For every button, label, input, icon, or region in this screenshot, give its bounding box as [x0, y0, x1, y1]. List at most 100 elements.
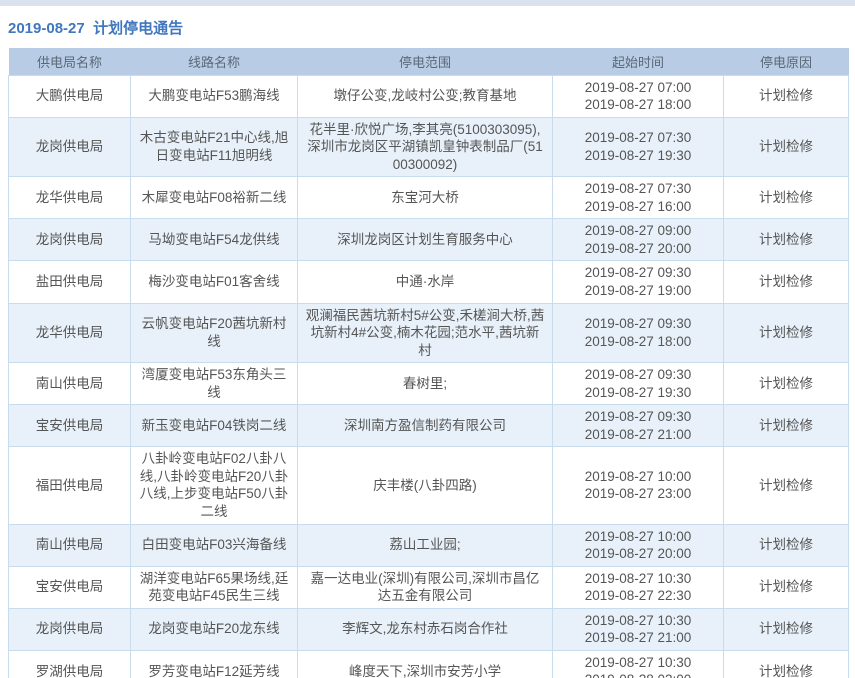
scope-cell: 深圳龙岗区计划生育服务中心: [298, 219, 553, 261]
table-row: 龙华供电局木犀变电站F08裕新二线东宝河大桥2019-08-27 07:3020…: [9, 177, 849, 219]
start-time: 2019-08-27 10:30: [559, 570, 717, 588]
table-row: 大鹏供电局大鹏变电站F53鹏海线墩仔公变,龙岐村公变;教育基地2019-08-2…: [9, 75, 849, 117]
column-header: 供电局名称: [9, 48, 131, 75]
scope-cell: 嘉一达电业(深圳)有限公司,深圳市昌亿达五金有限公司: [298, 566, 553, 608]
scope-cell: 花半里·欣悦广场,李其亮(5100303095),深圳市龙岗区平湖镇凯皇钟表制品…: [298, 117, 553, 177]
time-cell: 2019-08-27 10:302019-08-27 21:00: [553, 608, 724, 650]
table-row: 南山供电局湾厦变电站F53东角头三线春树里;2019-08-27 09:3020…: [9, 363, 849, 405]
line-cell: 马坳变电站F54龙供线: [131, 219, 298, 261]
reason-cell: 计划检修: [724, 75, 849, 117]
end-time: 2019-08-27 16:00: [559, 198, 717, 216]
start-time: 2019-08-27 09:30: [559, 408, 717, 426]
table-row: 盐田供电局梅沙变电站F01客舍线中通·水岸 2019-08-27 09:30201…: [9, 261, 849, 303]
end-time: 2019-08-27 19:30: [559, 147, 717, 165]
bureau-cell: 罗湖供电局: [9, 650, 131, 678]
start-time: 2019-08-27 07:00: [559, 79, 717, 97]
table-row: 福田供电局八卦岭变电站F02八卦八线,八卦岭变电站F20八卦八线,上步变电站F5…: [9, 447, 849, 524]
bureau-cell: 盐田供电局: [9, 261, 131, 303]
scope-cell: 春树里;: [298, 363, 553, 405]
start-time: 2019-08-27 09:30: [559, 315, 717, 333]
time-cell: 2019-08-27 10:002019-08-27 20:00: [553, 524, 724, 566]
end-time: 2019-08-27 21:00: [559, 629, 717, 647]
time-cell: 2019-08-27 10:002019-08-27 23:00: [553, 447, 724, 524]
line-cell: 云帆变电站F20茜坑新村线: [131, 303, 298, 363]
bureau-cell: 宝安供电局: [9, 566, 131, 608]
table-row: 宝安供电局新玉变电站F04铁岗二线深圳南方盈信制药有限公司2019-08-27 …: [9, 405, 849, 447]
reason-cell: 计划检修: [724, 177, 849, 219]
start-time: 2019-08-27 09:30: [559, 264, 717, 282]
time-cell: 2019-08-27 09:302019-08-27 21:00: [553, 405, 724, 447]
end-time: 2019-08-27 21:00: [559, 426, 717, 444]
line-cell: 罗芳变电站F12延芳线: [131, 650, 298, 678]
line-cell: 白田变电站F03兴海备线: [131, 524, 298, 566]
table-row: 龙岗供电局木古变电站F21中心线,旭日变电站F11旭明线花半里·欣悦广场,李其亮…: [9, 117, 849, 177]
reason-cell: 计划检修: [724, 405, 849, 447]
scope-cell: 深圳南方盈信制药有限公司: [298, 405, 553, 447]
time-cell: 2019-08-27 10:302019-08-27 22:30: [553, 566, 724, 608]
line-cell: 湾厦变电站F53东角头三线: [131, 363, 298, 405]
reason-cell: 计划检修: [724, 566, 849, 608]
end-time: 2019-08-27 22:30: [559, 587, 717, 605]
start-time: 2019-08-27 10:30: [559, 612, 717, 630]
column-header: 停电范围: [298, 48, 553, 75]
bureau-cell: 龙岗供电局: [9, 608, 131, 650]
line-cell: 木古变电站F21中心线,旭日变电站F11旭明线: [131, 117, 298, 177]
start-time: 2019-08-27 10:00: [559, 528, 717, 546]
bureau-cell: 南山供电局: [9, 524, 131, 566]
end-time: 2019-08-28 02:00: [559, 671, 717, 678]
table-row: 龙岗供电局龙岗变电站F20龙东线李辉文,龙东村赤石岗合作社2019-08-27 …: [9, 608, 849, 650]
outage-table: 供电局名称线路名称停电范围起始时间停电原因 大鹏供电局大鹏变电站F53鹏海线墩仔…: [8, 48, 849, 678]
start-time: 2019-08-27 09:00: [559, 222, 717, 240]
reason-cell: 计划检修: [724, 219, 849, 261]
scope-cell: 中通·水岸: [298, 261, 553, 303]
scope-cell: 东宝河大桥: [298, 177, 553, 219]
table-row: 龙华供电局云帆变电站F20茜坑新村线观澜福民茜坑新村5#公变,禾槎涧大桥,茜坑新…: [9, 303, 849, 363]
time-cell: 2019-08-27 07:302019-08-27 16:00: [553, 177, 724, 219]
end-time: 2019-08-27 20:00: [559, 545, 717, 563]
start-time: 2019-08-27 10:00: [559, 468, 717, 486]
scope-cell: 庆丰楼(八卦四路): [298, 447, 553, 524]
end-time: 2019-08-27 19:00: [559, 282, 717, 300]
scope-cell: 李辉文,龙东村赤石岗合作社: [298, 608, 553, 650]
time-cell: 2019-08-27 07:002019-08-27 18:00: [553, 75, 724, 117]
reason-cell: 计划检修: [724, 117, 849, 177]
end-time: 2019-08-27 23:00: [559, 485, 717, 503]
scope-cell: 墩仔公变,龙岐村公变;教育基地: [298, 75, 553, 117]
table-row: 宝安供电局湖洋变电站F65果场线,廷苑变电站F45民生三线嘉一达电业(深圳)有限…: [9, 566, 849, 608]
bureau-cell: 龙华供电局: [9, 303, 131, 363]
column-header: 停电原因: [724, 48, 849, 75]
bureau-cell: 大鹏供电局: [9, 75, 131, 117]
column-header: 起始时间: [553, 48, 724, 75]
bureau-cell: 福田供电局: [9, 447, 131, 524]
table-row: 南山供电局白田变电站F03兴海备线荔山工业园;2019-08-27 10:002…: [9, 524, 849, 566]
table-header: 供电局名称线路名称停电范围起始时间停电原因: [9, 48, 849, 75]
bureau-cell: 龙岗供电局: [9, 117, 131, 177]
bureau-cell: 龙岗供电局: [9, 219, 131, 261]
reason-cell: 计划检修: [724, 524, 849, 566]
bureau-cell: 龙华供电局: [9, 177, 131, 219]
start-time: 2019-08-27 07:30: [559, 129, 717, 147]
scope-cell: 荔山工业园;: [298, 524, 553, 566]
reason-cell: 计划检修: [724, 363, 849, 405]
scope-cell: 观澜福民茜坑新村5#公变,禾槎涧大桥,茜坑新村4#公变,楠木花园;范水平,茜坑新…: [298, 303, 553, 363]
reason-cell: 计划检修: [724, 303, 849, 363]
table-body: 大鹏供电局大鹏变电站F53鹏海线墩仔公变,龙岐村公变;教育基地2019-08-2…: [9, 75, 849, 678]
end-time: 2019-08-27 18:00: [559, 96, 717, 114]
reason-cell: 计划检修: [724, 650, 849, 678]
table-row: 龙岗供电局马坳变电站F54龙供线深圳龙岗区计划生育服务中心2019-08-27 …: [9, 219, 849, 261]
time-cell: 2019-08-27 09:302019-08-27 19:30: [553, 363, 724, 405]
header-row: 供电局名称线路名称停电范围起始时间停电原因: [9, 48, 849, 75]
line-cell: 八卦岭变电站F02八卦八线,八卦岭变电站F20八卦八线,上步变电站F50八卦二线: [131, 447, 298, 524]
bureau-cell: 宝安供电局: [9, 405, 131, 447]
time-cell: 2019-08-27 10:302019-08-28 02:00: [553, 650, 724, 678]
time-cell: 2019-08-27 09:302019-08-27 18:00: [553, 303, 724, 363]
time-cell: 2019-08-27 09:002019-08-27 20:00: [553, 219, 724, 261]
start-time: 2019-08-27 09:30: [559, 366, 717, 384]
end-time: 2019-08-27 18:00: [559, 333, 717, 351]
reason-cell: 计划检修: [724, 447, 849, 524]
page-title: 2019-08-27 计划停电通告: [0, 6, 855, 48]
end-time: 2019-08-27 20:00: [559, 240, 717, 258]
time-cell: 2019-08-27 07:302019-08-27 19:30: [553, 117, 724, 177]
start-time: 2019-08-27 10:30: [559, 654, 717, 672]
line-cell: 梅沙变电站F01客舍线: [131, 261, 298, 303]
